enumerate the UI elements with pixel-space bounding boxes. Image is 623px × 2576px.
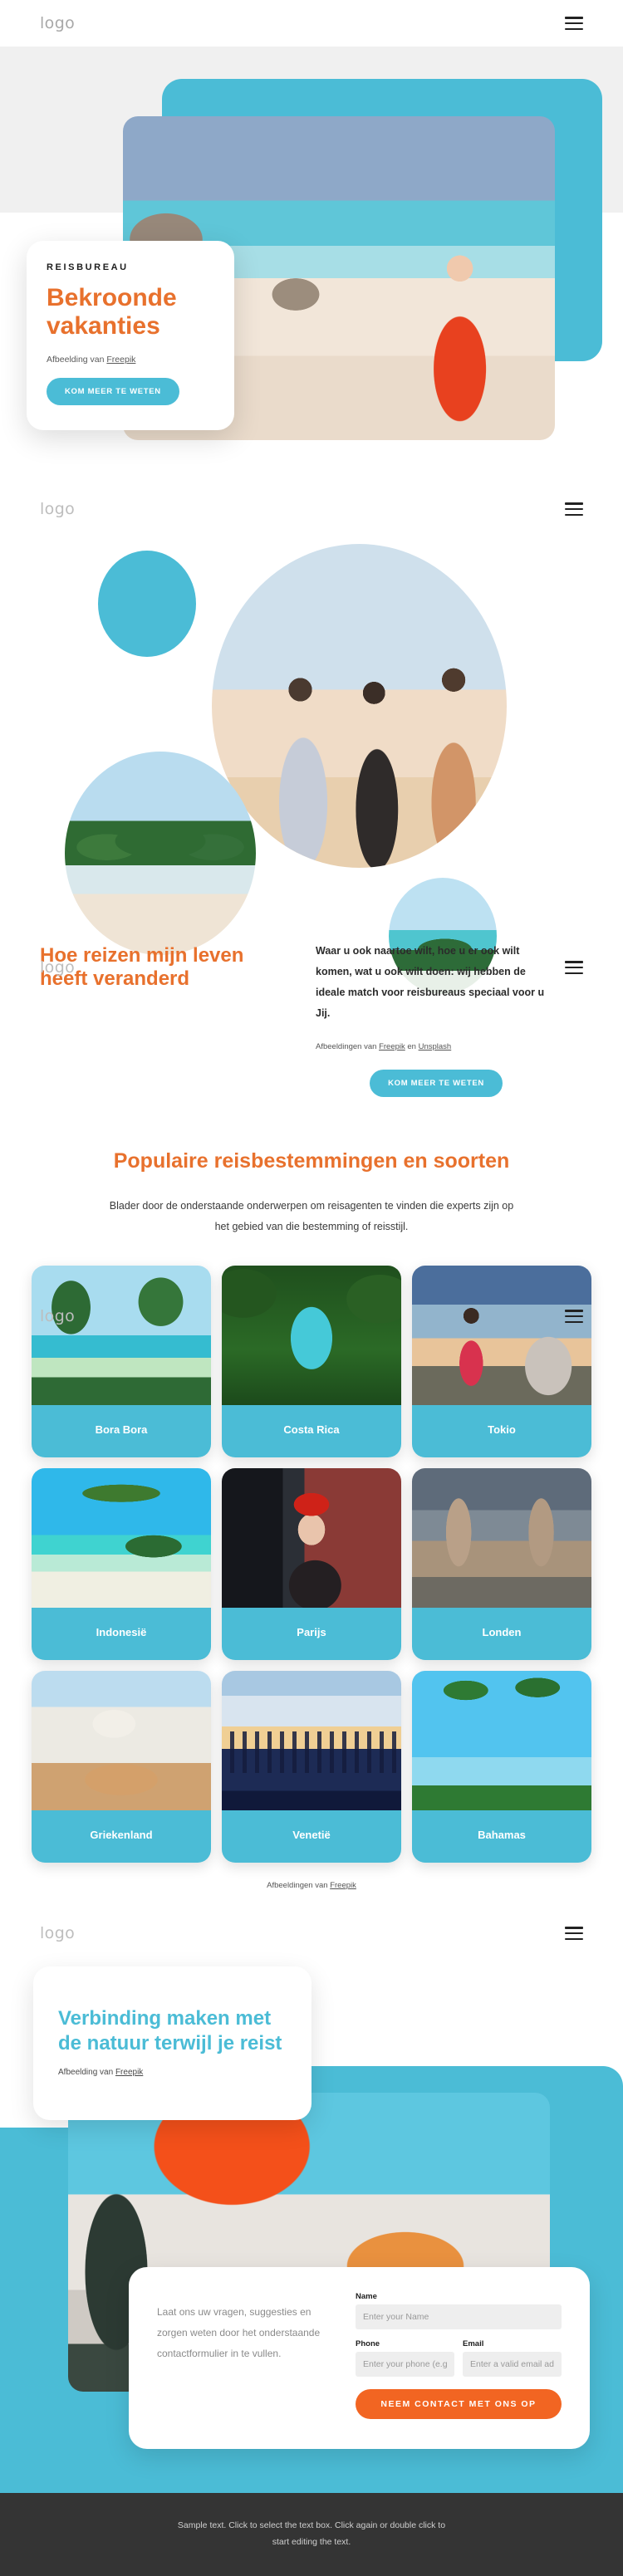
- hero-card: REISBUREAU Bekroonde vakanties Afbeeldin…: [27, 241, 234, 431]
- destination-label: Londen: [412, 1608, 591, 1661]
- destinations-credit: Afbeeldingen van Freepik: [0, 1881, 623, 1890]
- destination-photo: [412, 1468, 591, 1609]
- destinations-grid: Bora Bora Costa Rica Tokio Indonesië Parijs L…: [0, 1266, 623, 1863]
- destinations-subtitle: Blader door de onderstaande onderwerpen …: [109, 1200, 514, 1233]
- footer: Sample text. Click to select the text bo…: [0, 2493, 623, 2576]
- nature-credit-prefix: Afbeelding van: [58, 2068, 115, 2077]
- nature-card: Verbinding maken met de natuur terwijl j…: [33, 1966, 312, 2120]
- logo[interactable]: logo: [40, 500, 75, 518]
- destination-photo: [32, 1671, 211, 1811]
- hamburger-icon[interactable]: [565, 1927, 583, 1940]
- hamburger-icon[interactable]: [565, 961, 583, 974]
- logo[interactable]: logo: [40, 958, 75, 977]
- collage-credit-mid: en: [405, 1042, 419, 1051]
- hero-title: Bekroonde vakanties: [47, 284, 177, 340]
- hero-cta-button[interactable]: KOM MEER TE WETEN: [47, 378, 179, 406]
- nature-title: Verbinding maken met de natuur terwijl j…: [58, 2007, 282, 2054]
- footer-text: Sample text. Click to select the text bo…: [177, 2520, 446, 2547]
- collage-credit-prefix: Afbeeldingen van: [316, 1042, 380, 1051]
- hero-section: logo REISBUREAU Bekroonde vakanties Afbe…: [0, 0, 623, 486]
- logo[interactable]: logo: [40, 1924, 75, 1942]
- destination-label: Venetië: [222, 1810, 401, 1863]
- destination-card[interactable]: Venetië: [222, 1671, 401, 1863]
- nature-credit-link[interactable]: Freepik: [115, 2068, 143, 2077]
- destination-label: Griekenland: [32, 1810, 211, 1863]
- contact-fields: Name Phone Email NEEM CONTACT MET ONS OP: [356, 2292, 562, 2419]
- contact-submit-button[interactable]: NEEM CONTACT MET ONS OP: [356, 2389, 562, 2419]
- collage-photo-friends: [212, 544, 507, 868]
- phone-field[interactable]: [356, 2352, 454, 2377]
- destination-label: Tokio: [412, 1405, 591, 1458]
- destination-photo: [222, 1468, 401, 1609]
- contact-form-card: Laat ons uw vragen, suggesties en zorgen…: [129, 2267, 590, 2449]
- hamburger-icon[interactable]: [565, 17, 583, 30]
- decor-blue-circle: [98, 551, 196, 657]
- destination-label: Costa Rica: [222, 1405, 401, 1458]
- destination-card[interactable]: Bahamas: [412, 1671, 591, 1863]
- destinations-credit-prefix: Afbeeldingen van: [267, 1881, 331, 1891]
- collage-credit-link-freepik[interactable]: Freepik: [379, 1042, 405, 1051]
- destination-label: Parijs: [222, 1608, 401, 1661]
- destinations-section: Populaire reisbestemmingen en soorten Bl…: [0, 1100, 623, 1910]
- email-label: Email: [463, 2339, 484, 2348]
- collage-section: logo Hoe reizen mijn leven heeft verande…: [0, 486, 623, 1316]
- hero-eyebrow: REISBUREAU: [47, 262, 129, 272]
- destination-photo: [222, 1671, 401, 1811]
- hero-credit: Afbeelding van Freepik: [47, 355, 214, 365]
- logo[interactable]: logo: [40, 14, 75, 32]
- name-field[interactable]: [356, 2304, 562, 2329]
- destination-card[interactable]: Griekenland: [32, 1671, 211, 1863]
- destination-card[interactable]: Parijs: [222, 1468, 401, 1661]
- collage-overlay-header: logo: [0, 944, 623, 991]
- destinations-overlay-header: logo: [0, 1293, 623, 1339]
- nature-credit: Afbeelding van Freepik: [58, 2068, 287, 2077]
- destination-label: Bora Bora: [32, 1405, 211, 1458]
- email-field[interactable]: [463, 2352, 562, 2377]
- nature-section: logo Verbinding maken met de natuur terw…: [0, 1910, 623, 2493]
- hamburger-icon[interactable]: [565, 502, 583, 516]
- destination-label: Bahamas: [412, 1810, 591, 1863]
- destination-card[interactable]: Londen: [412, 1468, 591, 1661]
- collage-photo-beach: [65, 752, 256, 955]
- hamburger-icon[interactable]: [565, 1310, 583, 1323]
- hero-credit-link[interactable]: Freepik: [106, 355, 135, 365]
- hero-credit-prefix: Afbeelding van: [47, 355, 107, 365]
- destinations-title: Populaire reisbestemmingen en soorten: [113, 1149, 510, 1173]
- destination-card[interactable]: Indonesië: [32, 1468, 211, 1661]
- collage-cta-button[interactable]: KOM MEER TE WETEN: [370, 1070, 503, 1097]
- collage-credit: Afbeeldingen van Freepik en Unsplash: [316, 1042, 557, 1051]
- destination-photo: [412, 1671, 591, 1811]
- site-header: logo: [0, 0, 623, 47]
- name-label: Name: [356, 2292, 377, 2301]
- destination-label: Indonesië: [32, 1608, 211, 1661]
- destinations-credit-link[interactable]: Freepik: [330, 1881, 356, 1890]
- logo[interactable]: logo: [40, 1307, 75, 1325]
- collage-header: logo: [0, 486, 623, 532]
- phone-label: Phone: [356, 2339, 380, 2348]
- collage-credit-link-unsplash[interactable]: Unsplash: [419, 1042, 452, 1051]
- nature-header: logo: [0, 1910, 623, 1956]
- contact-blurb: Laat ons uw vragen, suggesties en zorgen…: [157, 2306, 321, 2360]
- destination-photo: [32, 1468, 211, 1609]
